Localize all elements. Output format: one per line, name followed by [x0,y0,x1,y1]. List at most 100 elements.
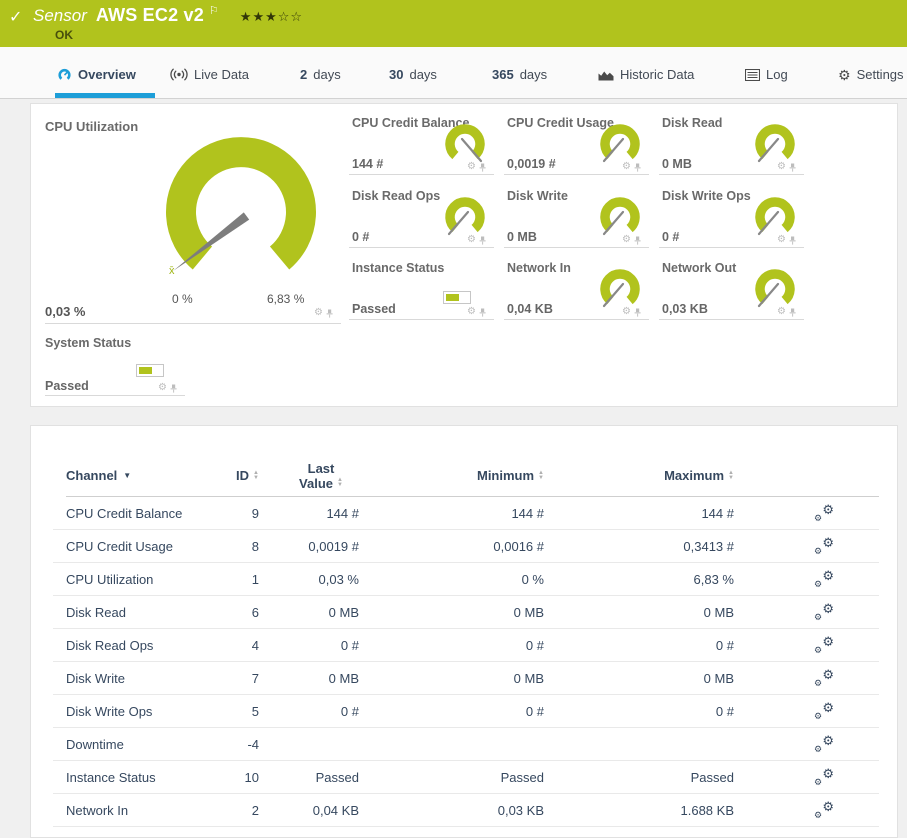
tab-live-data[interactable]: Live Data [170,67,249,82]
tile-tools: ⚙ [314,308,333,318]
broadcast-icon [170,68,188,81]
channel-tile-network-in[interactable]: Network In 0,04 KB ⚙ [504,257,649,320]
cell-maximum: 0,3413 # [683,539,734,554]
channel-tile-instance-status[interactable]: Instance Status Passed ⚙ [349,257,494,320]
channel-settings-icon[interactable]: ⚙ ⚙ [814,602,834,622]
column-header-minimum[interactable]: Minimum ▲ ▼ [371,468,556,483]
channel-settings-icon[interactable]: ⚙ ⚙ [814,800,834,820]
priority-stars[interactable]: ★★★☆☆ [240,9,303,25]
tab-30-days[interactable]: 30 days [389,67,437,82]
channel-tile-title: Disk Write Ops [662,189,751,203]
table-row-disk-write[interactable]: Disk Write 7 0 MB 0 MB 0 MB ⚙ ⚙ [31,662,897,695]
cell-last-value: 0,03 % [318,572,359,587]
cell-id: 8 [251,539,259,554]
sensor-status-badge: OK [55,28,73,42]
sort-desc-icon: ▼ [123,471,132,480]
channel-tile-disk-read[interactable]: Disk Read 0 MB ⚙ [659,112,804,175]
channel-settings-icon[interactable]: ⚙ ⚙ [814,701,834,721]
table-row-disk-write-ops[interactable]: Disk Write Ops 5 0 # 0 # 0 # ⚙ ⚙ [31,695,897,728]
tile-tools: ⚙ [777,235,796,245]
channel-tile-disk-write[interactable]: Disk Write 0 MB ⚙ [504,185,649,248]
tab-365-days[interactable]: 365 days [492,67,547,82]
area-chart-icon [598,71,614,80]
tab-label: days [409,67,437,82]
table-row-cpu-credit-usage[interactable]: CPU Credit Usage 8 0,0019 # 0,0016 # 0,3… [31,530,897,563]
cell-last-value: 0,04 KB [312,803,359,818]
gear-icon[interactable]: ⚙ [314,308,323,318]
pin-icon[interactable] [326,309,333,318]
gear-icon[interactable]: ⚙ [777,307,786,317]
channel-settings-icon[interactable]: ⚙ ⚙ [814,767,834,787]
sort-icons: ▲ ▼ [253,469,259,481]
pin-icon[interactable] [479,163,486,172]
channel-tile-cpu-credit-usage[interactable]: CPU Credit Usage 0,0019 # ⚙ [504,112,649,175]
channel-settings-icon[interactable]: ⚙ ⚙ [814,668,834,688]
gear-icon[interactable]: ⚙ [777,235,786,245]
gear-icon[interactable]: ⚙ [622,307,631,317]
table-row-downtime[interactable]: Downtime -4 ⚙ ⚙ [31,728,897,761]
column-header-id[interactable]: ID ▲ ▼ [231,468,271,483]
column-header-maximum[interactable]: Maximum ▲ ▼ [556,468,746,483]
gear-icon[interactable]: ⚙ [158,383,167,393]
cell-maximum: 0 # [715,704,734,719]
sort-icons: ▲ ▼ [728,469,734,481]
gear-icon[interactable]: ⚙ [622,235,631,245]
object-kind-label: Sensor [33,6,87,25]
table-row-network-in[interactable]: Network In 2 0,04 KB 0,03 KB 1.688 KB ⚙ ⚙ [31,794,897,827]
gear-icon[interactable]: ⚙ [467,235,476,245]
table-row-cpu-credit-balance[interactable]: CPU Credit Balance 9 144 # 144 # 144 # ⚙… [31,497,897,530]
tab-historic-data[interactable]: Historic Data [598,67,694,82]
channel-tile-value: 0,04 KB [507,302,553,316]
table-row-instance-status[interactable]: Instance Status 10 Passed Passed Passed … [31,761,897,794]
column-header-channel[interactable]: Channel ▼ [66,468,231,483]
gear-icon[interactable]: ⚙ [467,162,476,172]
cell-channel: CPU Credit Balance [66,506,183,521]
pin-icon[interactable] [479,236,486,245]
channel-settings-icon[interactable]: ⚙ ⚙ [814,635,834,655]
gear-icon[interactable]: ⚙ [467,307,476,317]
channel-settings-icon[interactable]: ⚙ ⚙ [814,536,834,556]
column-header-last-value[interactable]: Last Value ▲ ▼ [271,461,371,491]
channel-tile-value: 144 # [352,157,384,171]
channel-tile-disk-read-ops[interactable]: Disk Read Ops 0 # ⚙ [349,185,494,248]
cell-minimum: 0 # [525,638,544,653]
channel-settings-icon[interactable]: ⚙ ⚙ [814,569,834,589]
tab-2-days[interactable]: 2 days [300,67,341,82]
status-bar-fill [139,367,152,374]
pin-icon[interactable] [789,236,796,245]
channel-tile-title: System Status [45,336,132,350]
pin-icon[interactable] [789,308,796,317]
tab-number: 30 [389,67,404,82]
channels-table-card: Channel ▼ ID ▲ ▼ Last Value ▲ ▼ Minimum ▲ ▼ Maxi… [30,425,898,838]
channel-tile-cpu-credit-balance[interactable]: CPU Credit Balance 144 # ⚙ [349,112,494,175]
tab-number: 365 [492,67,514,82]
pin-icon[interactable] [479,308,486,317]
cell-last-value: 0 MB [328,605,359,620]
tab-label: Overview [78,67,136,82]
channel-tile-value: 0 # [352,230,370,244]
gear-icon[interactable]: ⚙ [777,162,786,172]
channel-settings-icon[interactable]: ⚙ ⚙ [814,734,834,754]
cell-minimum: 0 MB [513,605,544,620]
channel-tile-network-out[interactable]: Network Out 0,03 KB ⚙ [659,257,804,320]
tab-log[interactable]: Log [745,67,788,82]
pin-icon[interactable] [170,384,177,393]
mean-marker: x̄ [169,265,175,277]
pin-icon[interactable] [634,308,641,317]
table-row-cpu-utilization[interactable]: CPU Utilization 1 0,03 % 0 % 6,83 % ⚙ ⚙ [31,563,897,596]
cell-id: 6 [251,605,259,620]
tab-settings[interactable]: ⚙ Settings [838,67,904,82]
channel-tile-cpu-utilization[interactable]: CPU Utilization x̄ 0 % 6,83 % 0,03 % ⚙ [45,112,341,324]
channel-tile-disk-write-ops[interactable]: Disk Write Ops 0 # ⚙ [659,185,804,248]
flag-icon[interactable]: ⚐ [209,4,219,17]
channel-settings-icon[interactable]: ⚙ ⚙ [814,503,834,523]
pin-icon[interactable] [634,163,641,172]
table-row-disk-read-ops[interactable]: Disk Read Ops 4 0 # 0 # 0 # ⚙ ⚙ [31,629,897,662]
tab-overview[interactable]: Overview [57,67,136,82]
table-row-disk-read[interactable]: Disk Read 6 0 MB 0 MB 0 MB ⚙ ⚙ [31,596,897,629]
pin-icon[interactable] [634,236,641,245]
gear-icon[interactable]: ⚙ [622,162,631,172]
tab-label: Historic Data [620,67,695,82]
pin-icon[interactable] [789,163,796,172]
channel-tile-system-status[interactable]: System Status Passed ⚙ [45,332,185,396]
